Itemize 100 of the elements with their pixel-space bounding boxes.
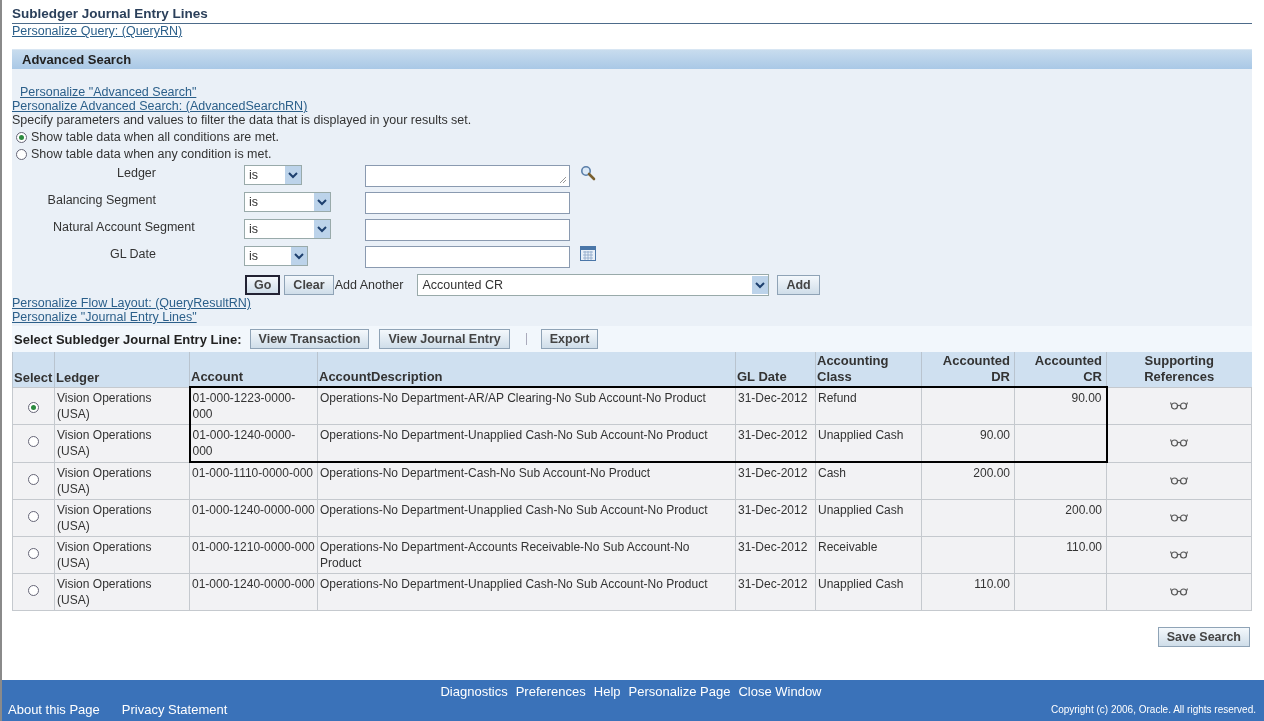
table-cell: 110.00	[921, 573, 1015, 610]
column-header: AccountDescription	[317, 352, 736, 387]
table-cell: 01-000-1223-0000-000	[189, 387, 318, 425]
radio-label: Show table data when any condition is met.	[31, 147, 272, 161]
table-cell: 90.00	[1014, 387, 1107, 425]
table-cell: 31-Dec-2012	[735, 573, 816, 610]
add-another-dropdown[interactable]: Accounted CR	[417, 274, 770, 296]
table-cell: 31-Dec-2012	[735, 462, 816, 499]
table-cell: Refund	[815, 387, 922, 425]
table-cell: Unapplied Cash	[815, 499, 922, 536]
value-field[interactable]	[365, 165, 570, 187]
table-cell: 200.00	[1014, 499, 1107, 536]
go-button[interactable]: Go	[245, 275, 281, 295]
footer-link[interactable]: Personalize Page	[628, 684, 731, 699]
table-cell: Operations-No Department-Unapplied Cash-No Sub Account-No Product	[317, 573, 736, 610]
personalize-link[interactable]: Personalize Advanced Search: (AdvancedSearchRN)	[12, 99, 308, 113]
chevron-down-icon	[294, 252, 304, 260]
table-cell: Vision Operations (USA)	[54, 462, 190, 499]
field-label: Natural Account Segment	[52, 219, 196, 235]
table-cell: 31-Dec-2012	[735, 387, 816, 425]
table-cell: Unapplied Cash	[815, 424, 922, 462]
save-search-button[interactable]: Save Search	[1157, 626, 1250, 647]
table-cell: Operations-No Department-AR/AP Clearing-No Sub Account-No Product	[317, 387, 736, 425]
value-field[interactable]	[365, 219, 570, 241]
resize-handle-icon	[559, 176, 567, 184]
glasses-icon[interactable]	[1170, 512, 1188, 522]
operator-dropdown[interactable]: is	[244, 165, 302, 185]
glasses-icon[interactable]	[1170, 475, 1188, 485]
field-label: Balancing Segment	[46, 192, 157, 208]
table-cell: 31-Dec-2012	[735, 424, 816, 462]
personalize-link[interactable]: Personalize "Journal Entry Lines"	[12, 310, 197, 324]
table-cell: 110.00	[1014, 536, 1107, 573]
chevron-down-icon	[755, 281, 766, 289]
column-header: Supporting References	[1106, 352, 1252, 387]
table-cell: Vision Operations (USA)	[54, 573, 190, 610]
table-cell: Operations-No Department-Cash-No Sub Account-No Product	[317, 462, 736, 499]
value-field[interactable]	[365, 192, 570, 214]
glasses-icon[interactable]	[1170, 549, 1188, 559]
field-label: GL Date	[108, 246, 157, 262]
operator-dropdown[interactable]: is	[244, 246, 308, 266]
chevron-down-icon	[317, 198, 327, 206]
page-title: Subledger Journal Entry Lines	[12, 6, 1252, 24]
table-cell: 01-000-1210-0000-000	[189, 536, 318, 573]
add-another-label: Add Another	[334, 278, 404, 292]
section-header: Advanced Search	[12, 49, 1252, 69]
column-header: Ledger	[54, 352, 190, 387]
toolbar-button[interactable]: View Journal Entry	[379, 329, 510, 349]
table-toolbar-label: Select Subledger Journal Entry Line:	[14, 331, 242, 347]
row-radio-button[interactable]	[28, 473, 39, 485]
table-cell: Operations-No Department-Unapplied Cash-No Sub Account-No Product	[317, 424, 736, 462]
toolbar-button[interactable]: View Transaction	[249, 329, 370, 349]
table-cell: 01-000-1240-0000-000	[189, 499, 318, 536]
glasses-icon[interactable]	[1170, 400, 1189, 410]
personalize-link[interactable]: Personalize "Advanced Search"	[20, 85, 197, 99]
calendar-icon[interactable]	[580, 246, 596, 261]
glasses-icon[interactable]	[1170, 586, 1188, 596]
table-cell: 01-000-1240-0000-000	[189, 573, 318, 610]
radio-button[interactable]	[16, 148, 27, 160]
instructions-text: Specify parameters and values to filter the data that is displayed in your results set.	[12, 113, 473, 127]
table-cell: Vision Operations (USA)	[54, 424, 190, 462]
search-icon[interactable]	[580, 165, 596, 181]
footer-link[interactable]: Privacy Statement	[121, 702, 228, 717]
column-header: Accounting Class	[815, 352, 922, 387]
table-cell: 31-Dec-2012	[735, 536, 816, 573]
table-cell: 01-000-1240-0000-000	[189, 424, 318, 462]
footer-link[interactable]: Help	[593, 684, 621, 699]
footer-link[interactable]: Close Window	[738, 684, 822, 699]
table-cell: Cash	[815, 462, 922, 499]
column-header: Account	[189, 352, 318, 387]
column-header: GL Date	[735, 352, 816, 387]
row-radio-button[interactable]	[28, 436, 39, 448]
row-radio-button[interactable]	[28, 584, 39, 596]
table-cell: 31-Dec-2012	[735, 499, 816, 536]
toolbar-button[interactable]: Export	[540, 329, 599, 349]
row-radio-button[interactable]	[28, 401, 39, 413]
column-header: Accounted DR	[921, 352, 1015, 387]
row-radio-button[interactable]	[28, 510, 39, 522]
table-cell: Vision Operations (USA)	[54, 499, 190, 536]
table-cell: 01-000-1110-0000-000	[189, 462, 318, 499]
glasses-icon[interactable]	[1170, 438, 1189, 448]
personalize-link[interactable]: Personalize Query: (QueryRN)	[12, 24, 183, 38]
value-field[interactable]	[365, 246, 570, 268]
clear-button[interactable]: Clear	[284, 275, 334, 295]
footer-link[interactable]: About this Page	[8, 702, 100, 717]
footer-link[interactable]: Preferences	[515, 684, 586, 699]
copyright-text: Copyright (c) 2006, Oracle. All rights reserved.	[1050, 704, 1256, 715]
table-cell: Unapplied Cash	[815, 573, 922, 610]
radio-button[interactable]	[16, 131, 27, 143]
table-cell: Receivable	[815, 536, 922, 573]
radio-label: Show table data when all conditions are met.	[31, 130, 280, 144]
footer-link[interactable]: Diagnostics	[440, 684, 508, 699]
personalize-link[interactable]: Personalize Flow Layout: (QueryResultRN)	[12, 296, 251, 310]
table-cell: 90.00	[921, 424, 1015, 462]
add-button[interactable]: Add	[777, 275, 820, 295]
operator-dropdown[interactable]: is	[244, 192, 331, 212]
table-cell: Operations-No Department-Accounts Receivable-No Sub Account-No Product	[317, 536, 736, 573]
operator-dropdown[interactable]: is	[244, 219, 331, 239]
field-label: Ledger	[116, 165, 157, 181]
row-radio-button[interactable]	[28, 547, 39, 559]
column-header: Accounted CR	[1014, 352, 1107, 387]
